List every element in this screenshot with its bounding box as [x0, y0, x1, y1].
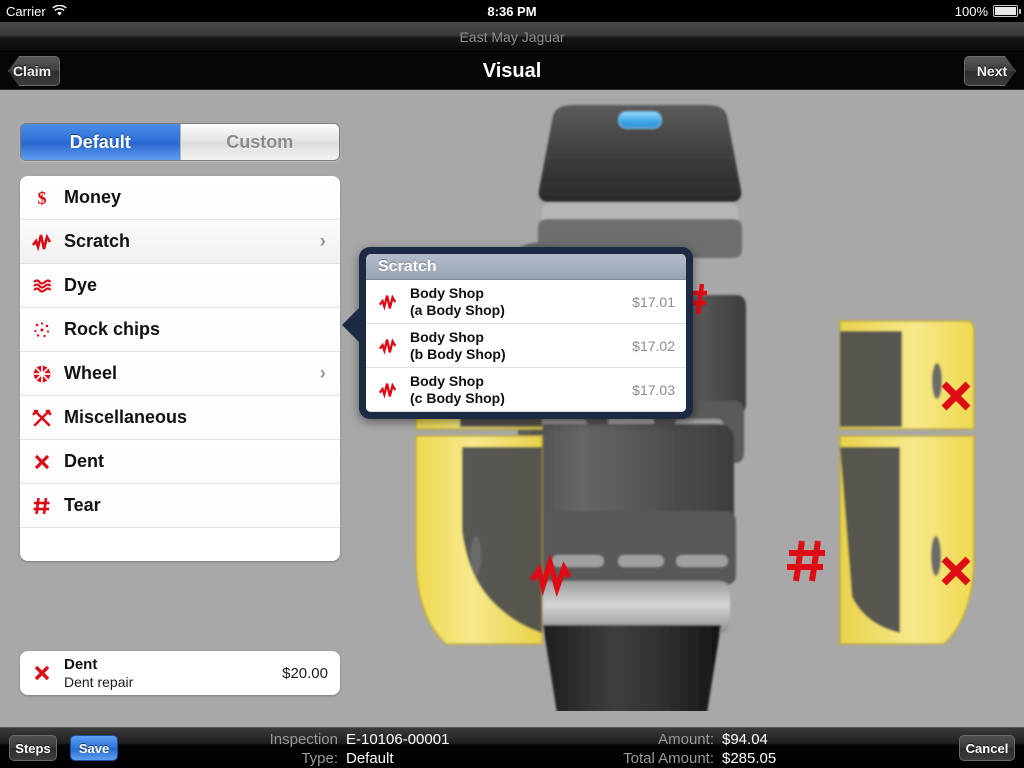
defect-row-label: Rock chips	[64, 319, 161, 339]
defect-row-tear[interactable]: Tear	[20, 484, 340, 528]
mark-tear-rear-seat	[787, 540, 825, 582]
amount-value: $94.04	[722, 731, 768, 748]
popover-row-amount: $17.03	[632, 381, 675, 398]
inspection-label: Inspection	[269, 731, 338, 748]
defect-row-label: Dye	[64, 275, 98, 295]
popover-row-a[interactable]: Body Shop (a Body Shop) $17.01	[366, 280, 686, 324]
popover-content: Scratch Body Shop (a Body Shop) $17.01 B…	[366, 254, 686, 412]
dye-waves-icon	[20, 275, 64, 297]
battery-percent-label: 100%	[954, 3, 988, 19]
selected-defect-card[interactable]: Dent Dent repair $20.00	[20, 651, 340, 695]
amount-line: Amount: $94.04	[590, 730, 776, 749]
total-amount-line: Total Amount: $285.05	[590, 749, 776, 768]
popover-row-name: Body Shop	[410, 373, 484, 390]
defect-row-miscellaneous[interactable]: Miscellaneous	[20, 396, 340, 440]
status-bar-right: 100%	[954, 3, 1021, 19]
x-mark-icon	[20, 451, 64, 473]
popover-row-text: Body Shop (a Body Shop)	[410, 285, 505, 317]
selected-defect-amount: $20.00	[282, 664, 328, 682]
inspection-info: Inspection E-10106-00001 Type: Default	[250, 730, 450, 768]
popover-row-detail: (b Body Shop)	[410, 345, 506, 362]
defect-row-scratch[interactable]: Scratch ›	[20, 220, 340, 264]
total-amount-label: Total Amount:	[623, 750, 714, 767]
scratch-icon	[366, 336, 410, 356]
inspection-value: E-10106-00001	[346, 731, 450, 748]
defect-row-money[interactable]: $ Money	[20, 176, 340, 220]
selected-defect-name: Dent	[64, 655, 98, 673]
popover-title: Scratch	[366, 254, 686, 280]
segment-default[interactable]: Default	[21, 124, 180, 160]
defect-row-wheel[interactable]: Wheel ›	[20, 352, 340, 396]
main-content: Default Custom $ Money Scratch › Dye Roc…	[0, 91, 1024, 727]
popover-row-text: Body Shop (c Body Shop)	[410, 373, 505, 405]
popover-row-detail: (a Body Shop)	[410, 301, 505, 318]
page-title: Visual	[482, 60, 542, 82]
defect-row-label: Tear	[64, 495, 101, 515]
defect-row-dye[interactable]: Dye	[20, 264, 340, 308]
wheel-icon	[20, 363, 64, 385]
cancel-button[interactable]: Cancel	[959, 735, 1015, 761]
battery-full-icon	[993, 5, 1021, 17]
type-label: Type:	[301, 750, 338, 767]
bottom-toolbar: Steps Save Inspection E-10106-00001 Type…	[0, 727, 1024, 768]
defect-type-list: $ Money Scratch › Dye Rock chips Wheel ›…	[20, 176, 340, 561]
chevron-right-icon: ›	[319, 362, 326, 384]
popover-row-detail: (c Body Shop)	[410, 389, 505, 406]
defect-row-label: Dent	[64, 451, 104, 471]
amount-label: Amount:	[658, 731, 714, 748]
steps-button[interactable]: Steps	[9, 735, 57, 761]
dollar-icon: $	[20, 187, 64, 209]
popover-row-b[interactable]: Body Shop (b Body Shop) $17.02	[366, 324, 686, 368]
scratch-icon	[366, 380, 410, 400]
status-bar: Carrier 8:36 PM 100%	[0, 0, 1024, 22]
popover-row-c[interactable]: Body Shop (c Body Shop) $17.03	[366, 368, 686, 412]
popover-row-name: Body Shop	[410, 285, 484, 302]
defect-row-dent[interactable]: Dent	[20, 440, 340, 484]
svg-text:$: $	[38, 188, 47, 208]
total-amount-value: $285.05	[722, 750, 777, 767]
selected-defect-detail: Dent repair	[64, 673, 134, 690]
defect-row-label: Wheel	[64, 363, 118, 383]
save-button[interactable]: Save	[70, 735, 118, 761]
selected-defect-text: Dent Dent repair	[64, 656, 133, 691]
crossed-tools-icon	[20, 407, 64, 429]
dealer-name: East May Jaguar	[459, 28, 565, 45]
defect-row-label: Miscellaneous	[64, 407, 188, 427]
scratch-icon	[366, 292, 410, 312]
next-button[interactable]: Next	[964, 56, 1016, 86]
popover-row-name: Body Shop	[410, 329, 484, 346]
x-mark-icon	[20, 662, 64, 684]
navigation-bar: Claim Visual Next	[0, 52, 1024, 90]
defect-type-segmented-control[interactable]: Default Custom	[20, 123, 340, 161]
popover-arrow	[342, 307, 360, 343]
status-bar-clock: 8:36 PM	[487, 3, 537, 19]
inspection-line: Inspection E-10106-00001	[250, 730, 450, 749]
app-root: Carrier 8:36 PM 100% East May Jaguar Cla…	[0, 0, 1024, 768]
segment-custom[interactable]: Custom	[179, 124, 339, 160]
hash-icon	[20, 495, 64, 517]
scratch-options-popover: Scratch Body Shop (a Body Shop) $17.01 B…	[342, 247, 693, 419]
chevron-right-icon: ›	[319, 230, 326, 252]
rock-chips-icon	[20, 319, 64, 341]
dealer-subtitle-bar: East May Jaguar	[0, 22, 1024, 52]
defect-row-label: Scratch	[64, 231, 131, 251]
type-line: Type: Default	[250, 749, 449, 768]
popover-row-text: Body Shop (b Body Shop)	[410, 329, 506, 361]
defect-row-rock-chips[interactable]: Rock chips	[20, 308, 340, 352]
amount-info: Amount: $94.04 Total Amount: $285.05	[590, 730, 776, 768]
defect-row-label: Money	[64, 187, 122, 207]
popover-row-amount: $17.01	[632, 293, 675, 310]
popover-row-amount: $17.02	[632, 337, 675, 354]
scratch-icon	[20, 231, 64, 253]
type-value: Default	[346, 750, 394, 767]
